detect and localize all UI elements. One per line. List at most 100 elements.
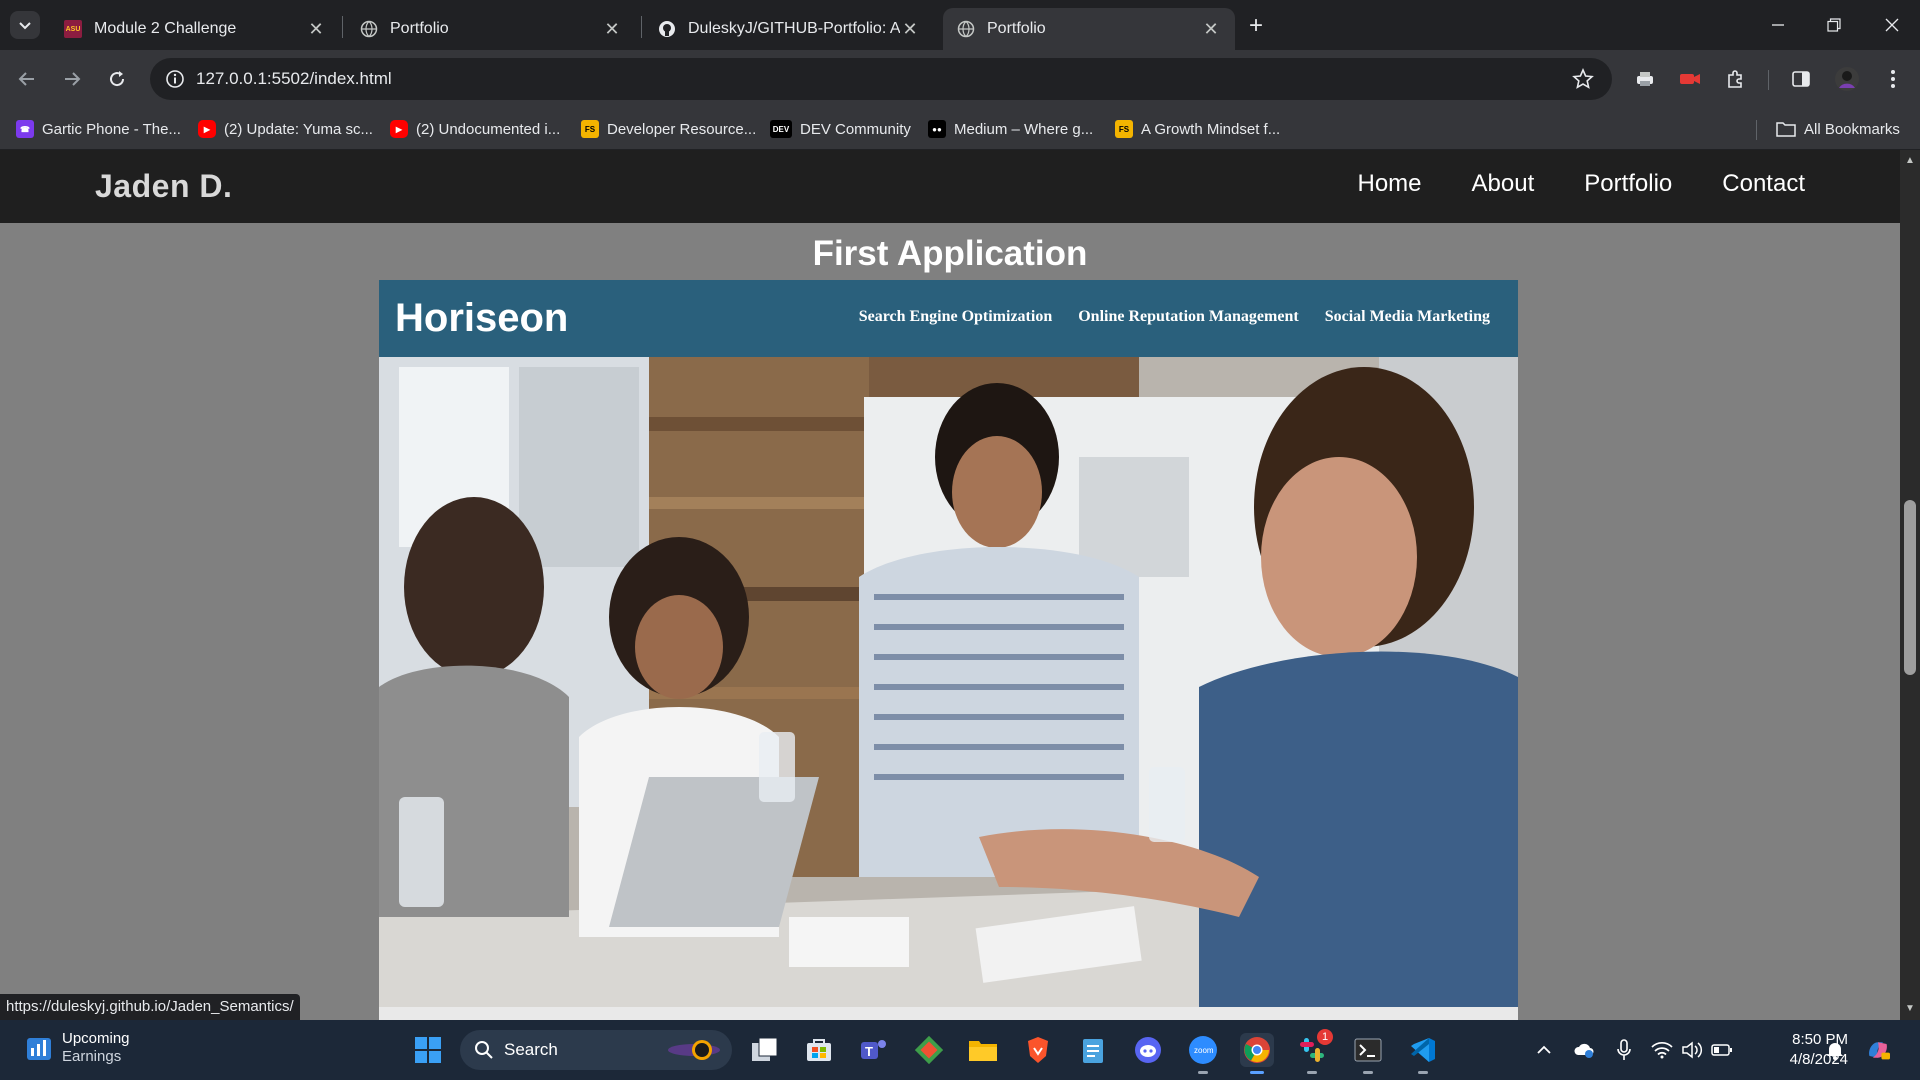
minimize-icon bbox=[1772, 24, 1784, 26]
close-icon[interactable]: ✕ bbox=[306, 19, 326, 39]
close-icon[interactable]: ✕ bbox=[900, 19, 920, 39]
notepad-icon bbox=[1083, 1039, 1103, 1063]
side-panel-icon[interactable] bbox=[1786, 64, 1816, 94]
nav-home-link[interactable]: Home bbox=[1357, 170, 1421, 198]
project-card-horiseon[interactable]: Horiseon Search Engine Optimization Onli… bbox=[379, 280, 1518, 1020]
dev-icon: DEV bbox=[770, 120, 792, 138]
page-viewport: Jaden D. Home About Portfolio Contact Fi… bbox=[0, 150, 1900, 1020]
slack-app[interactable]: 1 bbox=[1295, 1029, 1333, 1074]
git-app[interactable] bbox=[912, 1033, 946, 1067]
terminal-icon bbox=[1354, 1038, 1382, 1062]
close-icon[interactable]: ✕ bbox=[602, 19, 622, 39]
notification-badge: 1 bbox=[1317, 1029, 1333, 1045]
scroll-down-icon[interactable]: ▼ bbox=[1905, 1004, 1915, 1014]
copilot-button[interactable] bbox=[1866, 1038, 1890, 1062]
vscode-app[interactable] bbox=[1406, 1033, 1440, 1074]
wifi-icon bbox=[1651, 1041, 1673, 1059]
microphone-icon bbox=[1617, 1039, 1631, 1060]
bookmark-youtube-undocumented[interactable]: ▶ (2) Undocumented i... bbox=[390, 117, 560, 141]
brave-icon bbox=[1028, 1037, 1048, 1063]
globe-icon bbox=[957, 20, 975, 38]
chrome-app[interactable] bbox=[1240, 1033, 1274, 1074]
notifications-button[interactable] bbox=[1823, 1038, 1847, 1062]
address-bar[interactable]: 127.0.0.1:5502/index.html bbox=[150, 58, 1612, 100]
battery-icon bbox=[1711, 1044, 1732, 1056]
fs-icon: FS bbox=[581, 120, 599, 138]
tab-github-portfolio[interactable]: DuleskyJ/GITHUB-Portfolio: A w ✕ bbox=[644, 8, 934, 50]
bookmark-dev-community[interactable]: DEV DEV Community bbox=[770, 117, 911, 141]
arrow-right-icon bbox=[65, 72, 81, 86]
show-hidden-icons-button[interactable] bbox=[1532, 1038, 1556, 1062]
microphone-tray[interactable] bbox=[1612, 1038, 1636, 1062]
github-icon bbox=[659, 21, 675, 37]
tab-portfolio-1[interactable]: Portfolio ✕ bbox=[346, 8, 636, 50]
link-status-bubble: https://duleskyj.github.io/Jaden_Semanti… bbox=[0, 994, 300, 1020]
bookmark-star-icon[interactable] bbox=[1570, 66, 1596, 92]
nav-about-link[interactable]: About bbox=[1472, 170, 1535, 198]
minimize-button[interactable] bbox=[1763, 10, 1793, 40]
chevron-up-icon bbox=[1537, 1045, 1551, 1054]
tab-module-2-challenge[interactable]: ASU Module 2 Challenge ✕ bbox=[50, 8, 340, 50]
close-icon[interactable]: ✕ bbox=[1201, 19, 1221, 39]
svg-text:zoom: zoom bbox=[1194, 1046, 1214, 1055]
bookmark-youtube-yuma[interactable]: ▶ (2) Update: Yuma sc... bbox=[198, 117, 373, 141]
asu-icon: ASU bbox=[64, 20, 82, 38]
start-button[interactable] bbox=[411, 1033, 445, 1067]
store-app[interactable] bbox=[802, 1033, 836, 1067]
battery-tray[interactable] bbox=[1710, 1038, 1734, 1062]
onedrive-tray[interactable] bbox=[1572, 1038, 1596, 1062]
nav-contact-link[interactable]: Contact bbox=[1722, 170, 1805, 198]
teams-icon: T bbox=[861, 1040, 886, 1059]
bookmark-growth-mindset[interactable]: FS A Growth Mindset f... bbox=[1115, 117, 1280, 141]
site-info-icon[interactable] bbox=[162, 66, 188, 92]
tab-portfolio-active[interactable]: Portfolio ✕ bbox=[943, 8, 1235, 50]
scroll-up-icon[interactable]: ▲ bbox=[1905, 156, 1915, 166]
close-window-button[interactable] bbox=[1877, 10, 1907, 40]
forward-button[interactable] bbox=[55, 62, 89, 96]
url-text[interactable]: 127.0.0.1:5502/index.html bbox=[196, 69, 392, 89]
widgets-button[interactable]: Upcoming Earnings bbox=[26, 1030, 130, 1066]
scrollbar-thumb[interactable] bbox=[1904, 500, 1916, 675]
extension-record-icon[interactable] bbox=[1675, 64, 1705, 94]
git-icon bbox=[915, 1036, 943, 1064]
extension-printer-icon[interactable] bbox=[1630, 64, 1660, 94]
discord-app[interactable] bbox=[1131, 1033, 1165, 1067]
phone-icon: ☎ bbox=[16, 120, 34, 138]
browser-toolbar: 127.0.0.1:5502/index.html bbox=[0, 50, 1920, 108]
brave-app[interactable] bbox=[1021, 1033, 1055, 1067]
notepad-app[interactable] bbox=[1076, 1033, 1110, 1067]
bookmark-medium[interactable]: ●● Medium – Where g... bbox=[928, 117, 1093, 141]
task-view-button[interactable] bbox=[748, 1033, 782, 1067]
nav-portfolio-link[interactable]: Portfolio bbox=[1584, 170, 1672, 198]
file-explorer-app[interactable] bbox=[966, 1033, 1000, 1067]
globe-icon bbox=[360, 20, 378, 38]
tab-search-button[interactable] bbox=[10, 11, 40, 39]
discord-icon bbox=[1135, 1037, 1161, 1063]
terminal-app[interactable] bbox=[1351, 1033, 1385, 1074]
more-menu-icon[interactable] bbox=[1878, 64, 1908, 94]
all-bookmarks-button[interactable]: All Bookmarks bbox=[1776, 117, 1900, 141]
cloud-icon bbox=[1574, 1043, 1594, 1058]
vscode-icon bbox=[1411, 1038, 1435, 1062]
profile-avatar[interactable] bbox=[1832, 64, 1862, 94]
bookmark-gartic-phone[interactable]: ☎ Gartic Phone - The... bbox=[16, 117, 181, 141]
teams-app[interactable]: T bbox=[857, 1033, 891, 1067]
reload-icon bbox=[110, 71, 125, 87]
site-logo[interactable]: Jaden D. bbox=[95, 168, 232, 205]
bookmark-developer-resources[interactable]: FS Developer Resource... bbox=[581, 117, 756, 141]
new-tab-button[interactable]: + bbox=[1242, 12, 1270, 40]
taskbar-search[interactable]: Search bbox=[460, 1030, 732, 1070]
speaker-icon bbox=[1682, 1041, 1703, 1059]
arrow-left-icon bbox=[18, 72, 34, 86]
reload-button[interactable] bbox=[100, 62, 134, 96]
zoom-app[interactable]: zoom bbox=[1186, 1033, 1220, 1074]
volume-tray[interactable] bbox=[1680, 1038, 1704, 1062]
extensions-puzzle-icon[interactable] bbox=[1720, 64, 1750, 94]
tab-strip: ASU Module 2 Challenge ✕ Portfolio ✕ Dul… bbox=[0, 0, 1920, 50]
zoom-icon: zoom bbox=[1189, 1036, 1217, 1064]
wifi-tray[interactable] bbox=[1650, 1038, 1674, 1062]
stock-chart-icon bbox=[27, 1038, 51, 1060]
back-button[interactable] bbox=[10, 62, 44, 96]
page-scrollbar[interactable]: ▲ ▼ bbox=[1900, 150, 1920, 1020]
restore-button[interactable] bbox=[1819, 10, 1849, 40]
